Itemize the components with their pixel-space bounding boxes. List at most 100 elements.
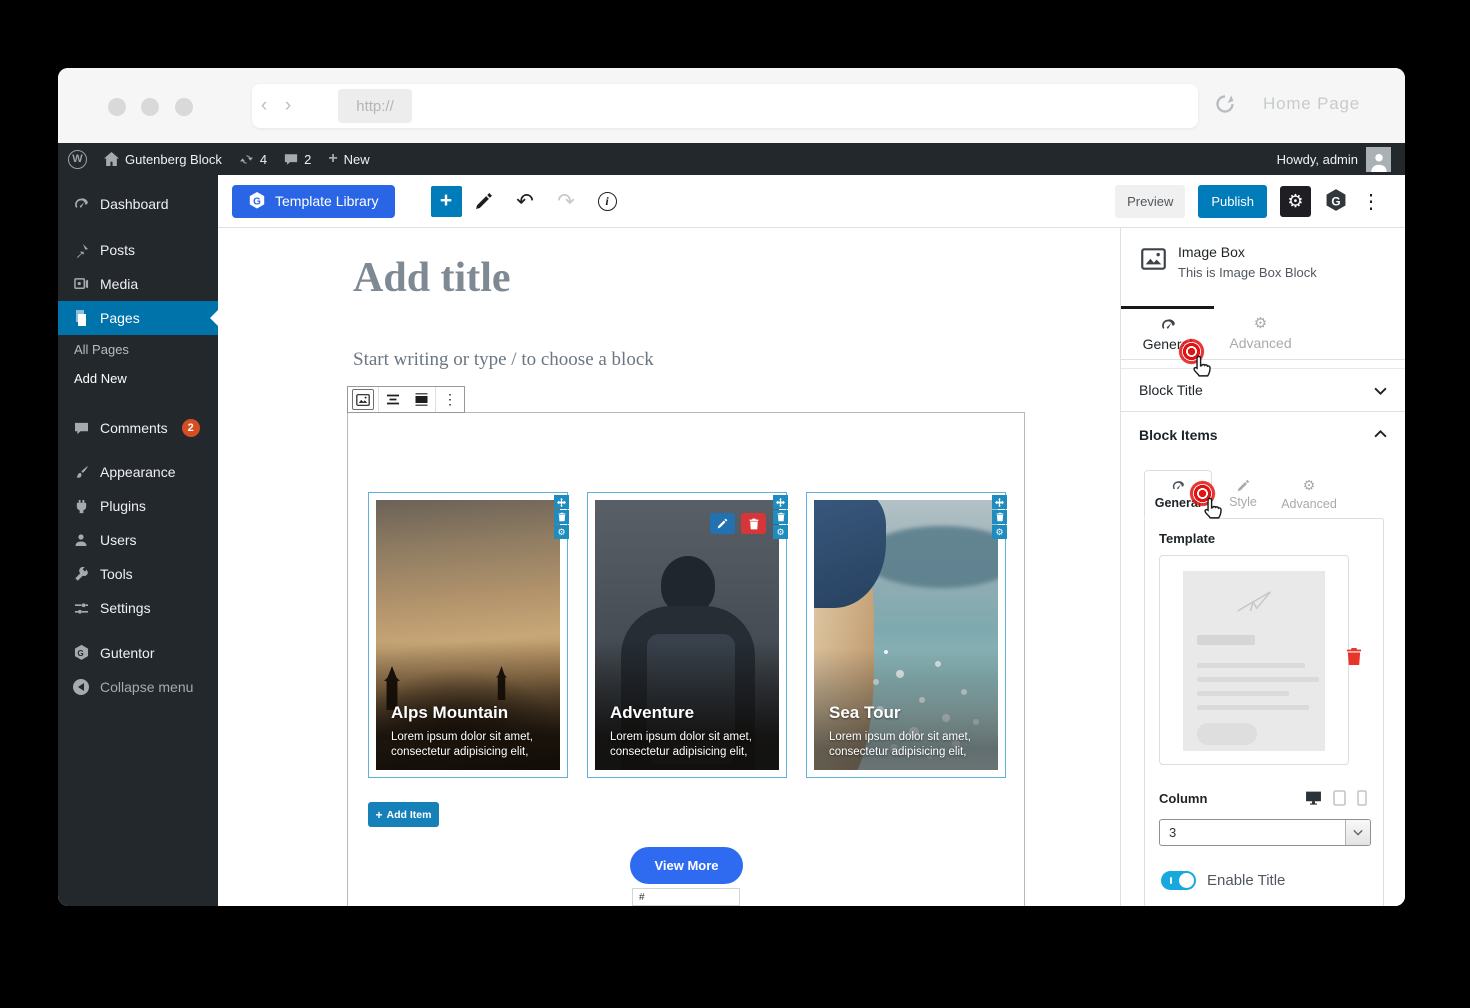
- wide-width-button[interactable]: [407, 387, 435, 412]
- subtab-advanced[interactable]: ⚙ Advanced: [1273, 470, 1345, 518]
- redo-button[interactable]: ↷: [548, 183, 585, 220]
- sidebar-item-comments[interactable]: Comments 2: [58, 411, 218, 445]
- card-description[interactable]: Lorem ipsum dolor sit amet, consectetur …: [829, 730, 987, 760]
- sidebar-item-settings[interactable]: Settings: [58, 591, 218, 625]
- tab-label: Advanced: [1229, 335, 1291, 351]
- desktop-background: ‹ › http:// Home Page W Gutenberg Block: [0, 0, 1470, 1008]
- home-icon: [104, 152, 119, 166]
- sidebar-item-appearance[interactable]: Appearance: [58, 455, 218, 489]
- block-inserter-button[interactable]: +: [431, 186, 462, 217]
- general-settings-panel: Template: [1144, 518, 1384, 906]
- accordion-label: Block Title: [1139, 382, 1203, 398]
- remove-item-button[interactable]: [741, 513, 766, 534]
- window-minimize-button[interactable]: [141, 98, 159, 116]
- edit-item-button[interactable]: [710, 513, 735, 534]
- move-item-button[interactable]: [554, 495, 569, 509]
- refresh-icon[interactable]: [1214, 93, 1236, 115]
- enable-title-label: Enable Title: [1207, 872, 1285, 889]
- gutentor-settings-icon[interactable]: G: [1324, 188, 1348, 214]
- subtab-label: Advanced: [1281, 497, 1337, 511]
- card-title[interactable]: Adventure: [610, 703, 771, 723]
- card-description[interactable]: Lorem ipsum dolor sit amet, consectetur …: [610, 730, 768, 760]
- settings-toggle-button[interactable]: ⚙: [1280, 186, 1311, 217]
- align-button[interactable]: [379, 387, 407, 412]
- template-library-button[interactable]: G Template Library: [232, 185, 395, 218]
- sidebar-item-media[interactable]: Media: [58, 267, 218, 301]
- click-indicator-general-tab: [1178, 338, 1205, 365]
- sidebar-item-pages[interactable]: Pages: [58, 301, 218, 335]
- card-text: Adventure Lorem ipsum dolor sit amet, co…: [610, 703, 771, 760]
- delete-item-button[interactable]: [773, 510, 788, 524]
- sidebar-subitem-all-pages[interactable]: All Pages: [58, 335, 218, 364]
- sidebar-subitem-add-new[interactable]: Add New: [58, 364, 218, 393]
- comments-menu[interactable]: 2: [284, 152, 311, 167]
- tools-pencil-button[interactable]: [466, 183, 503, 220]
- sidebar-item-posts[interactable]: Posts: [58, 233, 218, 267]
- sidebar-item-label: Collapse menu: [100, 679, 193, 695]
- template-preview-card[interactable]: [1159, 555, 1349, 765]
- block-type-button[interactable]: [348, 387, 378, 412]
- view-more-label: View More: [654, 858, 718, 873]
- back-icon[interactable]: ‹: [252, 84, 276, 128]
- image-box-item-alps[interactable]: Alps Mountain Lorem ipsum dolor sit amet…: [368, 492, 568, 778]
- plus-icon: +: [328, 150, 337, 168]
- card-title[interactable]: Sea Tour: [829, 703, 990, 723]
- undo-button[interactable]: ↶: [507, 183, 544, 220]
- avatar[interactable]: [1366, 147, 1391, 172]
- page-action-label[interactable]: Home Page: [1263, 94, 1360, 114]
- image-box-item-sea[interactable]: Sea Tour Lorem ipsum dolor sit amet, con…: [806, 492, 1006, 778]
- block-appender-placeholder[interactable]: Start writing or type / to choose a bloc…: [353, 349, 654, 371]
- wordpress-logo-icon[interactable]: W: [68, 150, 87, 169]
- howdy-label[interactable]: Howdy, admin: [1277, 152, 1358, 167]
- forward-icon[interactable]: ›: [276, 84, 300, 128]
- sidebar-item-tools[interactable]: Tools: [58, 557, 218, 591]
- sidebar-item-collapse-menu[interactable]: Collapse menu: [58, 670, 218, 704]
- site-menu[interactable]: Gutenberg Block: [104, 152, 222, 167]
- sidebar-item-users[interactable]: Users: [58, 523, 218, 557]
- info-icon: i: [605, 194, 608, 209]
- responsive-mobile-icon[interactable]: [1357, 790, 1367, 806]
- sidebar-item-dashboard[interactable]: Dashboard: [58, 187, 218, 221]
- user-icon: [72, 533, 90, 547]
- preview-button[interactable]: Preview: [1115, 185, 1185, 218]
- tab-advanced[interactable]: ⚙ Advanced: [1214, 306, 1307, 359]
- accordion-block-items[interactable]: Block Items: [1121, 412, 1405, 458]
- sidebar-item-gutentor[interactable]: G Gutentor: [58, 636, 218, 670]
- delete-item-button[interactable]: [554, 510, 569, 524]
- item-settings-button[interactable]: ⚙: [992, 525, 1007, 539]
- add-item-button[interactable]: + Add Item: [368, 802, 439, 827]
- more-options-icon[interactable]: ⋮: [1361, 189, 1381, 214]
- card-image-alps: Alps Mountain Lorem ipsum dolor sit amet…: [376, 500, 560, 770]
- post-title-input[interactable]: Add title: [353, 254, 511, 302]
- move-item-button[interactable]: [773, 495, 788, 509]
- accordion-label: Block Items: [1139, 427, 1218, 443]
- template-library-label: Template Library: [275, 193, 379, 209]
- column-select[interactable]: 3: [1159, 819, 1371, 846]
- url-bar[interactable]: ‹ › http://: [252, 84, 1198, 128]
- item-controls: ⚙: [773, 495, 788, 539]
- card-description[interactable]: Lorem ipsum dolor sit amet, consectetur …: [391, 730, 549, 760]
- item-settings-button[interactable]: ⚙: [773, 525, 788, 539]
- new-content-menu[interactable]: + New: [328, 150, 369, 168]
- responsive-desktop-icon[interactable]: [1305, 790, 1322, 806]
- responsive-tablet-icon[interactable]: [1333, 790, 1346, 806]
- link-url-input[interactable]: #: [632, 888, 740, 906]
- window-maximize-button[interactable]: [175, 98, 193, 116]
- accordion-block-title[interactable]: Block Title: [1121, 368, 1405, 412]
- window-close-button[interactable]: [108, 98, 126, 116]
- enable-title-toggle[interactable]: [1161, 871, 1196, 890]
- card-title[interactable]: Alps Mountain: [391, 703, 552, 723]
- move-item-button[interactable]: [992, 495, 1007, 509]
- image-box-item-adventure[interactable]: Adventure Lorem ipsum dolor sit amet, co…: [587, 492, 787, 778]
- info-button[interactable]: i: [589, 183, 626, 220]
- delete-template-button[interactable]: [1346, 647, 1362, 671]
- view-more-button[interactable]: View More: [630, 847, 743, 884]
- delete-item-button[interactable]: [992, 510, 1007, 524]
- item-settings-button[interactable]: ⚙: [554, 525, 569, 539]
- updates-menu[interactable]: 4: [239, 152, 267, 167]
- subtab-style[interactable]: Style: [1218, 470, 1268, 518]
- publish-button[interactable]: Publish: [1198, 185, 1267, 218]
- block-options-button[interactable]: ⋮: [436, 387, 464, 412]
- sidebar-item-label: Users: [100, 532, 137, 548]
- sidebar-item-plugins[interactable]: Plugins: [58, 489, 218, 523]
